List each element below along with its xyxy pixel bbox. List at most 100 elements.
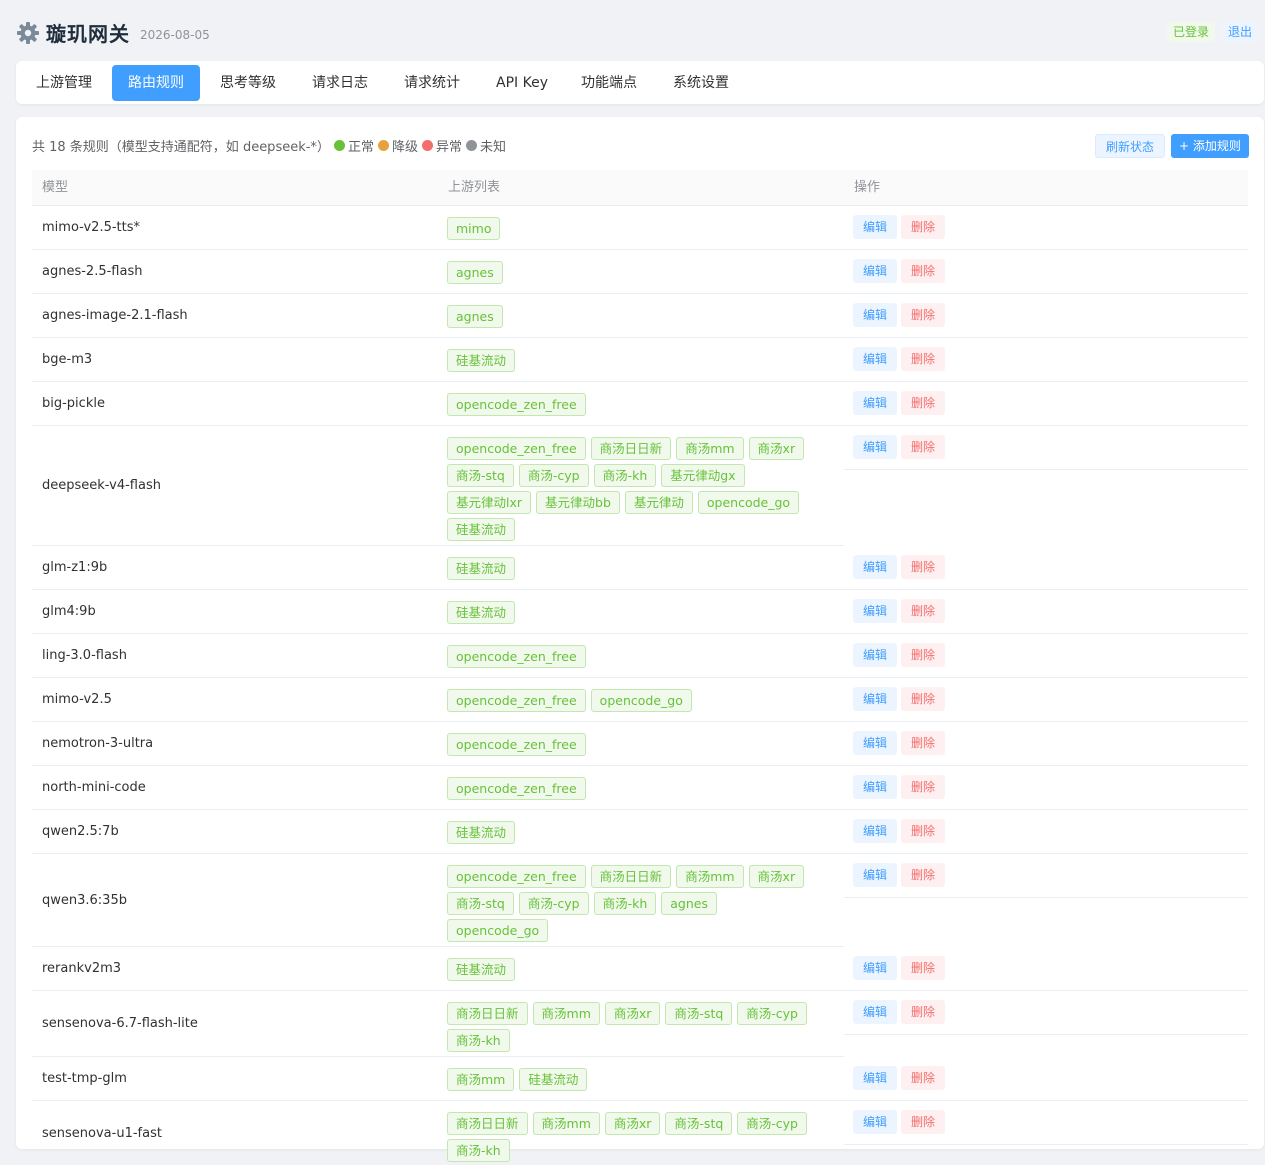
delete-button[interactable]: 删除 — [901, 259, 946, 283]
delete-button[interactable]: 删除 — [901, 643, 946, 667]
delete-button[interactable]: 删除 — [901, 1000, 946, 1024]
upstream-tag: 商汤xr — [748, 865, 805, 888]
model-name: qwen3.6:35b — [32, 854, 438, 947]
delete-button[interactable]: 删除 — [901, 775, 946, 799]
model-name: sensenova-u1-fast — [32, 1101, 438, 1165]
model-name: ling-3.0-flash — [32, 634, 438, 678]
row-actions: 编辑 删除 — [844, 766, 1248, 810]
row-actions: 编辑 删除 — [844, 810, 1248, 854]
upstream-list: 商汤日日新 商汤mm 商汤xr 商汤-stq 商汤-cyp 商汤-kh — [438, 1101, 844, 1165]
upstream-tags: opencode_zen_free — [447, 393, 827, 420]
status-dot-icon — [333, 140, 345, 151]
delete-button[interactable]: 删除 — [901, 687, 946, 711]
delete-button[interactable]: 删除 — [901, 215, 946, 239]
upstream-tag: 商汤-cyp — [518, 464, 589, 487]
upstream-tags: 硅基流动 — [447, 349, 827, 376]
model-name: agnes-2.5-flash — [32, 250, 438, 294]
edit-button[interactable]: 编辑 — [853, 391, 898, 415]
delete-button[interactable]: 删除 — [901, 555, 946, 579]
edit-button[interactable]: 编辑 — [853, 259, 898, 283]
table-row: test-tmp-glm 商汤mm 硅基流动 编辑 删除 — [32, 1057, 1248, 1101]
table-row: bge-m3 硅基流动 编辑 删除 — [32, 338, 1248, 382]
upstream-list: opencode_zen_free — [438, 634, 844, 678]
edit-button[interactable]: 编辑 — [853, 643, 898, 667]
legend-normal: 正常 — [333, 136, 374, 155]
row-actions: 编辑 删除 — [844, 206, 1248, 250]
upstream-tag: 商汤mm — [676, 865, 744, 888]
tab-endpoints[interactable]: 功能端点 — [565, 65, 653, 101]
logout-button[interactable]: 退出 — [1222, 22, 1259, 42]
upstream-tag: 商汤-stq — [665, 1002, 733, 1025]
upstream-list: opencode_zen_free — [438, 382, 844, 426]
upstream-tag: 硅基流动 — [447, 821, 516, 844]
top-header: 璇玑网关 2026-08-05 已登录 退出 — [0, 0, 1265, 60]
upstream-tag: 基元律动gx — [661, 464, 745, 487]
model-name: rerankv2m3 — [32, 947, 438, 991]
upstream-tag: 商汤mm — [532, 1112, 600, 1135]
brand: 璇玑网关 2026-08-05 — [16, 18, 210, 47]
delete-button[interactable]: 删除 — [901, 391, 946, 415]
delete-button[interactable]: 删除 — [901, 731, 946, 755]
upstream-tag: 基元律动bb — [536, 491, 620, 514]
gear-icon — [17, 21, 39, 44]
edit-button[interactable]: 编辑 — [853, 731, 898, 755]
tab-thinking-level[interactable]: 思考等级 — [204, 65, 292, 101]
tab-system-settings[interactable]: 系统设置 — [657, 65, 745, 101]
edit-button[interactable]: 编辑 — [853, 1110, 898, 1134]
delete-button[interactable]: 删除 — [901, 1066, 946, 1090]
upstream-list: 硅基流动 — [438, 947, 844, 991]
upstream-tag: 硅基流动 — [447, 958, 516, 981]
legend-degraded: 降级 — [377, 136, 418, 155]
delete-button[interactable]: 删除 — [901, 863, 946, 887]
delete-button[interactable]: 删除 — [901, 347, 946, 371]
upstream-tag: 商汤-stq — [447, 464, 514, 487]
model-name: glm4:9b — [32, 590, 438, 634]
edit-button[interactable]: 编辑 — [853, 435, 898, 459]
tab-routing-rules[interactable]: 路由规则 — [112, 65, 200, 101]
row-actions: 编辑 删除 — [844, 1101, 1248, 1145]
edit-button[interactable]: 编辑 — [853, 215, 898, 239]
upstream-tag: opencode_zen_free — [447, 865, 586, 888]
tab-request-logs[interactable]: 请求日志 — [296, 65, 384, 101]
delete-button[interactable]: 删除 — [901, 956, 946, 980]
tab-upstream[interactable]: 上游管理 — [20, 65, 108, 101]
edit-button[interactable]: 编辑 — [853, 863, 898, 887]
edit-button[interactable]: 编辑 — [853, 775, 898, 799]
add-rule-button[interactable]: + 添加规则 — [1171, 134, 1249, 158]
edit-button[interactable]: 编辑 — [853, 956, 898, 980]
edit-button[interactable]: 编辑 — [853, 599, 898, 623]
delete-button[interactable]: 删除 — [901, 599, 946, 623]
upstream-tag: 商汤xr — [604, 1002, 661, 1025]
model-name: agnes-image-2.1-flash — [32, 294, 438, 338]
delete-button[interactable]: 删除 — [901, 1110, 946, 1134]
tab-api-key[interactable]: API Key — [480, 65, 564, 101]
table-row: deepseek-v4-flash opencode_zen_free 商汤日日新商… — [32, 426, 1248, 546]
delete-button[interactable]: 删除 — [901, 435, 946, 459]
delete-button[interactable]: 删除 — [901, 819, 946, 843]
row-actions: 编辑 删除 — [844, 590, 1248, 634]
edit-button[interactable]: 编辑 — [853, 819, 898, 843]
edit-button[interactable]: 编辑 — [853, 1066, 898, 1090]
row-actions: 编辑 删除 — [844, 722, 1248, 766]
edit-button[interactable]: 编辑 — [853, 303, 898, 327]
edit-button[interactable]: 编辑 — [853, 347, 898, 371]
upstream-tags: opencode_zen_free — [447, 777, 827, 804]
upstream-tag: 商汤-cyp — [737, 1112, 807, 1135]
edit-button[interactable]: 编辑 — [853, 1000, 898, 1024]
legend-label: 异常 — [435, 140, 462, 155]
row-actions: 编辑 删除 — [844, 426, 1248, 470]
upstream-tag: 商汤-kh — [593, 892, 657, 915]
upstream-list: 硅基流动 — [438, 338, 844, 382]
delete-button[interactable]: 删除 — [901, 303, 946, 327]
tab-request-stats[interactable]: 请求统计 — [388, 65, 476, 101]
upstream-list: opencode_zen_free 商汤日日新 商汤mm 商汤xr 商汤-stq 商汤-c… — [438, 854, 844, 947]
row-actions: 编辑 删除 — [844, 991, 1248, 1035]
edit-button[interactable]: 编辑 — [853, 687, 898, 711]
row-actions: 编辑 删除 — [844, 854, 1248, 898]
upstream-tag: opencode_zen_free — [447, 777, 586, 800]
status-dot-icon — [421, 140, 433, 151]
table-row: agnes-image-2.1-flash agnes 编辑 删除 — [32, 294, 1248, 338]
refresh-status-button[interactable]: 刷新状态 — [1095, 134, 1166, 158]
table-body: mimo-v2.5-tts* mimo 编辑 删除 agnes-2.5-flash agn… — [32, 206, 1248, 1165]
edit-button[interactable]: 编辑 — [853, 555, 898, 579]
